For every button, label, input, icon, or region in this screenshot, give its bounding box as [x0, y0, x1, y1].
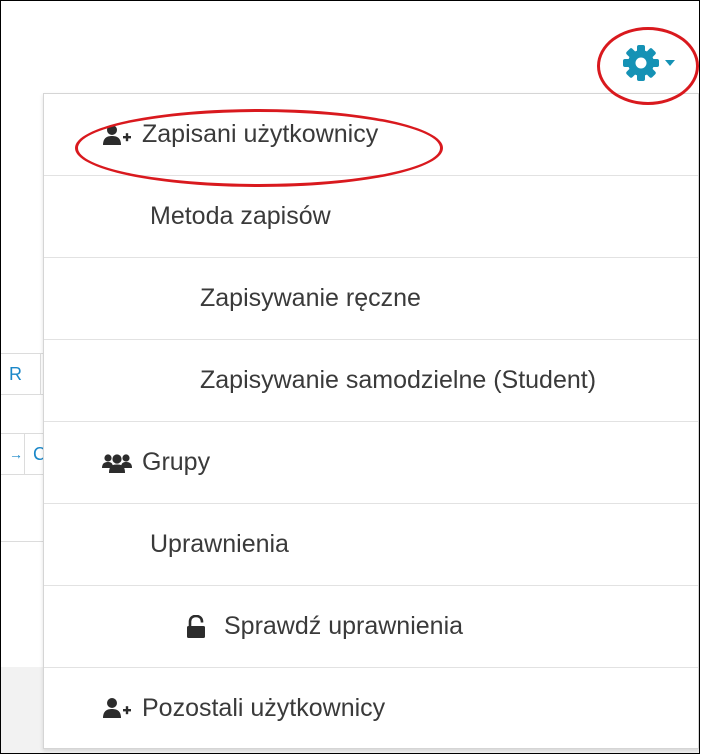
menu-item-enrolled-users[interactable]: Zapisani użytkownicy	[44, 94, 698, 176]
background-cell[interactable]: R	[1, 354, 41, 394]
background-cell[interactable]: C	[25, 434, 46, 474]
menu-item-label: Zapisywanie samodzielne (Student)	[200, 366, 597, 394]
menu-item-label: Uprawnienia	[150, 530, 289, 558]
menu-item-label: Grupy	[142, 448, 211, 476]
users-icon	[102, 452, 136, 474]
menu-item-label: Zapisywanie ręczne	[200, 284, 421, 312]
menu-item-other-users[interactable]: Pozostali użytkownicy	[44, 668, 698, 748]
menu-item-permissions[interactable]: Uprawnienia	[44, 504, 698, 586]
settings-dropdown-menu: Zapisani użytkownicy Metoda zapisów Zapi…	[43, 93, 699, 749]
background-table-row: → C	[1, 433, 46, 475]
background-cell[interactable]: →	[1, 434, 25, 474]
menu-item-enrolment-methods[interactable]: Metoda zapisów	[44, 176, 698, 258]
menu-item-manual-enrolment[interactable]: Zapisywanie ręczne	[44, 258, 698, 340]
menu-item-groups[interactable]: Grupy	[44, 422, 698, 504]
user-plus-icon	[102, 697, 136, 719]
menu-item-label: Pozostali użytkownicy	[142, 693, 386, 722]
background-table-row: R	[1, 353, 45, 395]
gear-icon	[621, 43, 661, 83]
page-frame: R → C Zapisani użytkownicy Metoda zapisó…	[0, 0, 700, 754]
menu-item-label: Zapisani użytkownicy	[142, 120, 379, 148]
user-plus-icon	[102, 124, 136, 146]
menu-item-self-enrolment[interactable]: Zapisywanie samodzielne (Student)	[44, 340, 698, 422]
menu-item-label: Metoda zapisów	[150, 202, 331, 230]
unlock-icon	[186, 614, 212, 639]
settings-menu-button[interactable]	[621, 37, 675, 89]
background-divider	[1, 541, 45, 542]
menu-item-check-permissions[interactable]: Sprawdź uprawnienia	[44, 586, 698, 668]
caret-down-icon	[665, 60, 675, 66]
menu-item-label: Sprawdź uprawnienia	[224, 612, 464, 640]
